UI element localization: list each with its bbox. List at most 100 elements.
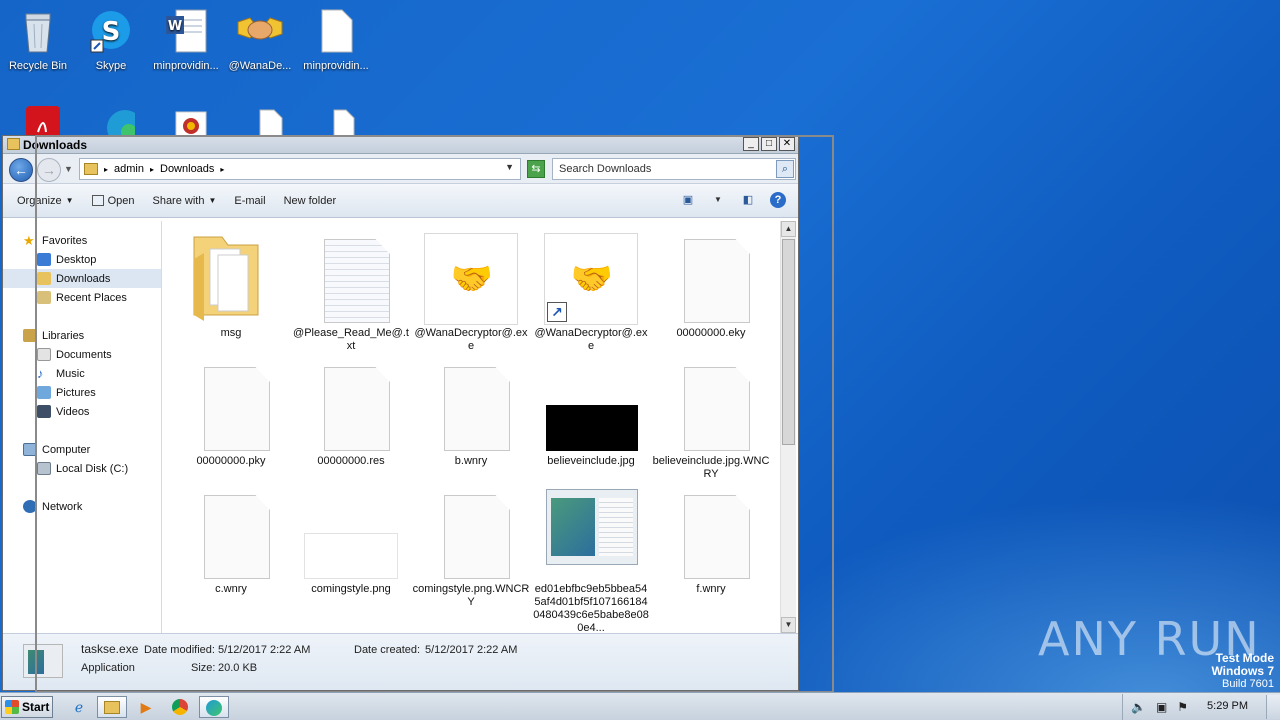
nav-recent-places[interactable]: Recent Places [3,288,161,307]
desktop-icon-recycle-bin[interactable]: Recycle Bin [0,8,76,72]
file-item[interactable]: 00000000.eky [652,229,770,340]
file-item[interactable]: 🤝 ↗ @WanaDecryptor@.exe [532,229,650,353]
command-bar: Organize ▼ Open Share with ▼ E-mail New fo… [3,184,798,218]
search-input[interactable]: Search Downloads ⌕ [552,158,796,180]
navigation-pane: ★ Favorites Desktop Downloads Recent Plac… [3,221,162,633]
breadcrumb-separator-icon[interactable]: ▸ [104,165,108,174]
organize-button[interactable]: Organize ▼ [17,195,74,207]
watermark-line3: Build 7601 [1222,678,1274,690]
address-box[interactable]: ▸ admin ▸ Downloads ▸ ▼ [79,158,521,180]
file-name: 00000000.res [317,455,385,467]
image-thumbnail [292,485,410,581]
breadcrumb-downloads[interactable]: Downloads [160,163,214,175]
file-name: 00000000.pky [196,455,266,467]
scroll-up-icon[interactable]: ▲ [781,221,796,237]
videos-icon [37,405,51,418]
address-dropdown-icon[interactable]: ▼ [505,162,514,172]
nav-favorites[interactable]: ★ Favorites [3,231,161,250]
maximize-button[interactable]: □ [761,137,777,151]
nav-local-disk[interactable]: Local Disk (C:) [3,459,161,478]
nav-libraries[interactable]: Libraries [3,326,161,345]
volume-icon[interactable]: 🔈 [1131,700,1146,714]
nav-downloads[interactable]: Downloads [3,269,161,288]
date-created-label: Date created: [354,644,421,656]
desktop-icon-word-doc[interactable]: W minprovidin... [148,8,224,72]
desktop-icon-blank-file[interactable]: minprovidin... [298,8,374,72]
shortcut-arrow-icon: ↗ [547,302,567,322]
file-item[interactable]: b.wnry [412,357,530,468]
breadcrumb-separator-icon[interactable]: ▸ [150,165,154,174]
date-modified-label: Date modified: [144,644,215,656]
file-item[interactable]: @Please_Read_Me@.txt [292,229,410,353]
selected-file-thumbnail [23,644,63,678]
start-button[interactable]: Start [1,696,53,718]
arrow-right-icon: → [42,162,56,178]
watermark-line2: Windows 7 [1211,664,1274,678]
history-dropdown-icon[interactable]: ▼ [64,164,73,174]
explorer-window: Downloads _ □ ✕ ← → ▼ ▸ admin ▸ Download… [2,135,799,691]
file-item[interactable]: 🤝 @WanaDecryptor@.exe [412,229,530,353]
new-folder-button[interactable]: New folder [284,195,337,207]
nav-label: Pictures [56,386,96,399]
file-item[interactable]: f.wnry [652,485,770,596]
file-item[interactable]: comingstyle.png [292,485,410,596]
file-item[interactable]: believeinclude.jpg.WNCRY [652,357,770,481]
word-doc-icon: W [162,8,210,56]
desktop-icon-skype[interactable]: S Skype [73,8,149,72]
nav-videos[interactable]: Videos [3,402,161,421]
nav-computer[interactable]: Computer [3,440,161,459]
breadcrumb-separator-icon[interactable]: ▸ [220,165,224,174]
clock[interactable]: 5:29 PM [1207,700,1248,712]
media-player-icon[interactable]: ▶ [131,696,161,718]
file-item[interactable]: comingstyle.png.WNCRY [412,485,530,609]
file-item[interactable]: ed01ebfbc9eb5bbea545af4d01bf5f1071661840… [532,485,650,633]
blank-file-icon [412,357,530,453]
open-button[interactable]: Open [91,195,134,207]
file-item[interactable]: msg [172,229,290,340]
file-item[interactable]: 00000000.pky [172,357,290,468]
vertical-scrollbar[interactable]: ▲ ▼ [780,221,796,633]
forward-button[interactable]: → [37,158,61,182]
action-center-flag-icon[interactable]: ⚑ [1177,700,1188,714]
desktop-icon-wanadecryptor[interactable]: @WanaDe... [222,8,298,72]
help-icon[interactable]: ? [770,192,786,208]
nav-pictures[interactable]: Pictures [3,383,161,402]
details-pane: taskse.exe Date modified: 5/12/2017 2:22… [3,633,798,690]
refresh-button[interactable]: ⇆ [527,160,545,178]
file-item[interactable]: 00000000.res [292,357,410,468]
file-item[interactable]: c.wnry [172,485,290,596]
nav-music[interactable]: ♪ Music [3,364,161,383]
window-title: Downloads [23,138,88,152]
handshake-icon: 🤝 [450,260,494,298]
share-with-button[interactable]: Share with ▼ [152,195,216,207]
file-item[interactable]: believeinclude.jpg [532,357,650,468]
email-button[interactable]: E-mail [234,195,265,207]
edge-icon[interactable] [199,696,229,718]
chevron-down-icon: ▼ [65,196,74,205]
network-icon[interactable]: ▣ [1156,700,1167,714]
change-view-icon[interactable]: ▣ [680,192,696,208]
nav-documents[interactable]: Documents [3,345,161,364]
close-button[interactable]: ✕ [779,137,795,151]
window-titlebar[interactable]: Downloads _ □ ✕ [3,136,798,154]
blank-file-icon [172,357,290,453]
size-label: Size: [191,662,216,674]
internet-explorer-icon[interactable]: ℯ [64,696,94,718]
chrome-icon[interactable] [165,696,195,718]
nav-desktop[interactable]: Desktop [3,250,161,269]
text-file-icon [292,229,410,325]
preview-pane-icon[interactable]: ◧ [740,192,756,208]
nav-network[interactable]: Network [3,497,161,516]
file-explorer-icon[interactable] [97,696,127,718]
back-button[interactable]: ← [9,158,33,182]
blank-file-icon [292,357,410,453]
file-view: msg @Please_Read_Me@.txt 🤝 @WanaDecrypto… [164,221,784,633]
minimize-button[interactable]: _ [743,137,759,151]
blank-file-icon [652,485,770,581]
show-desktop-button[interactable] [1266,695,1280,719]
scroll-down-icon[interactable]: ▼ [781,617,796,633]
search-icon[interactable]: ⌕ [776,160,794,178]
scroll-thumb[interactable] [782,239,795,445]
breadcrumb-admin[interactable]: admin [114,163,144,175]
chevron-down-icon[interactable]: ▼ [710,192,726,208]
